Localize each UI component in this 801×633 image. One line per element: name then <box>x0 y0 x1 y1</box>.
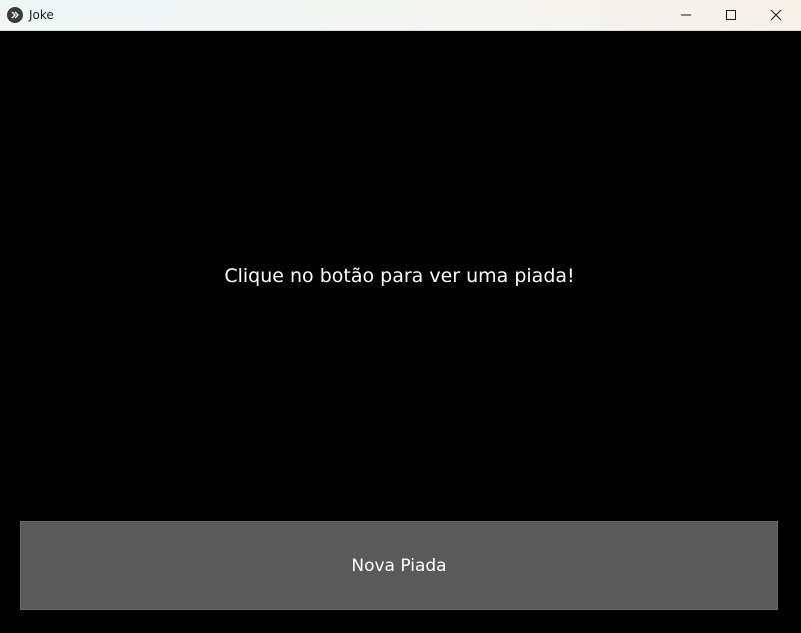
title-bar[interactable]: Joke <box>0 0 801 31</box>
minimize-icon <box>681 14 691 16</box>
close-icon <box>770 9 782 21</box>
maximize-icon <box>726 10 736 20</box>
close-button[interactable] <box>753 0 799 30</box>
new-joke-button[interactable]: Nova Piada <box>20 521 778 610</box>
new-joke-button-label: Nova Piada <box>351 555 447 576</box>
joke-message: Clique no botão para ver uma piada! <box>224 265 575 287</box>
window-title: Joke <box>29 8 54 22</box>
maximize-button[interactable] <box>708 0 754 30</box>
app-window: Joke Clique no botão para ver uma piada!… <box>0 0 801 633</box>
minimize-button[interactable] <box>663 0 709 30</box>
kivy-logo-icon <box>7 7 23 23</box>
